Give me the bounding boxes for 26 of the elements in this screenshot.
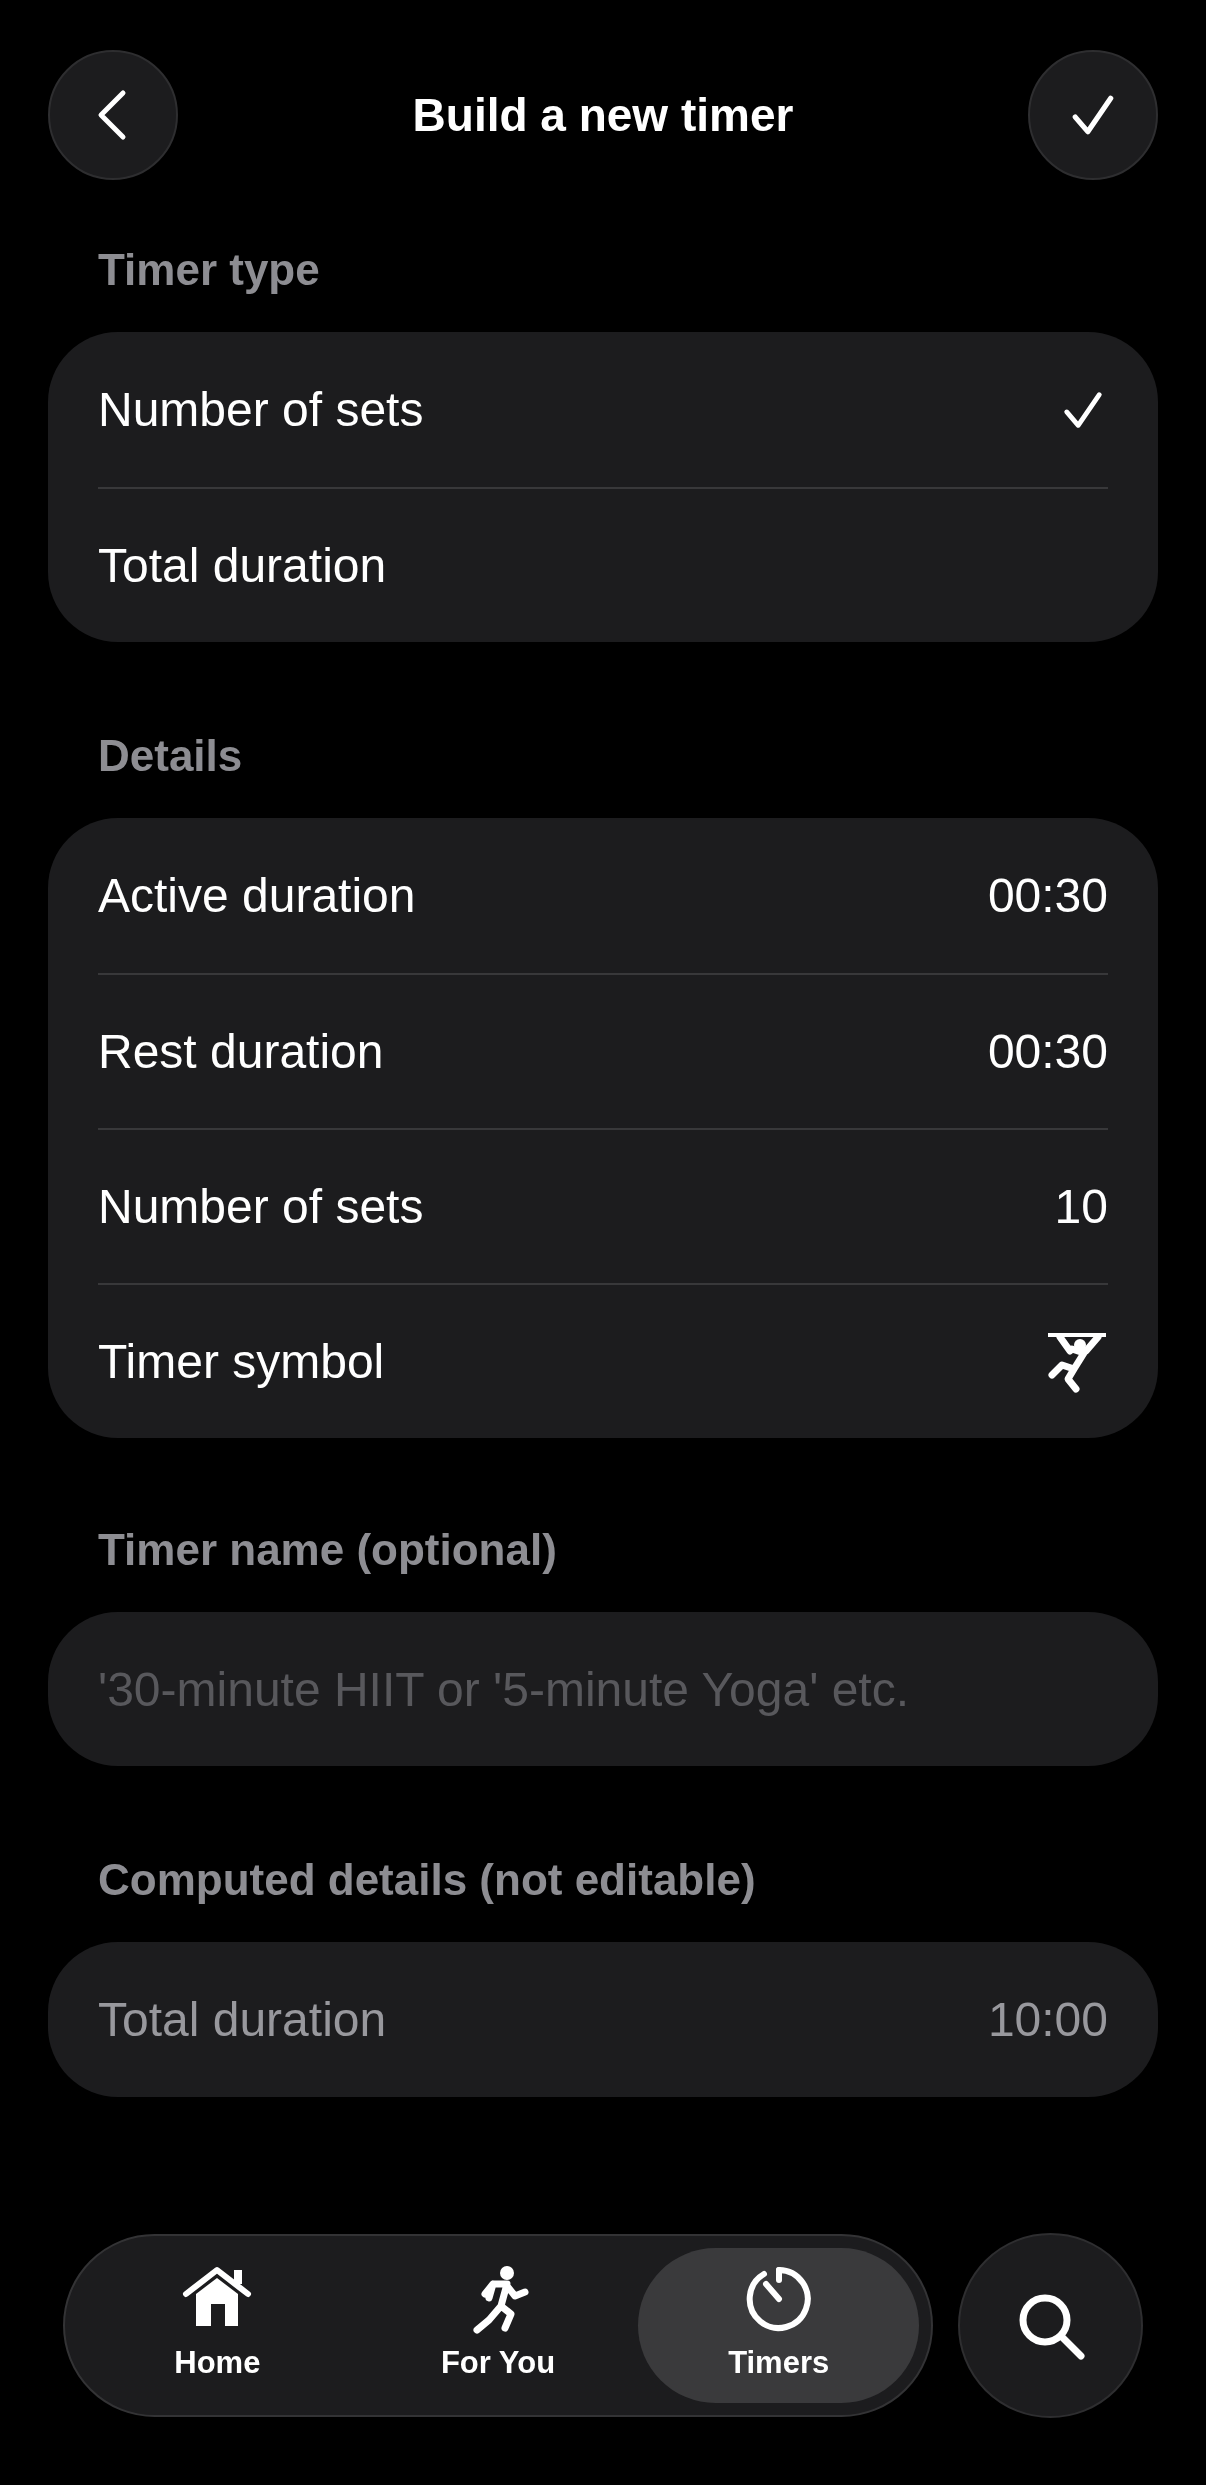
setting-row[interactable]: Number of sets 10: [98, 1128, 1108, 1283]
name-field[interactable]: '30-minute HIIT or '5-minute Yoga' etc.: [48, 1612, 1158, 1766]
setting-label: Rest duration: [98, 1023, 384, 1080]
option-label: Total duration: [98, 537, 387, 594]
setting-label: Number of sets: [98, 1178, 424, 1235]
tab[interactable]: Timers: [638, 2248, 919, 2403]
setting-value: 10: [1054, 1178, 1108, 1235]
section-label: Timer name (optional): [97, 1524, 558, 1576]
tab[interactable]: For You: [357, 2248, 639, 2403]
setting-label: Timer symbol: [98, 1333, 385, 1390]
setting-value: 00:30: [987, 1023, 1108, 1080]
setting-row[interactable]: Timer symbol: [98, 1283, 1108, 1438]
computed-label: Total duration: [98, 1991, 387, 2048]
tab[interactable]: Home: [77, 2248, 358, 2403]
option-row[interactable]: Number of sets: [98, 332, 1108, 487]
option-label: Number of sets: [98, 381, 424, 438]
option-row[interactable]: Total duration: [98, 487, 1108, 642]
setting-value: 00:30: [987, 867, 1108, 924]
section-label: Details: [97, 730, 244, 782]
section-label: Timer type: [97, 244, 321, 296]
setting-row[interactable]: Active duration 00:30: [98, 818, 1108, 973]
setting-row[interactable]: Rest duration 00:30: [98, 973, 1108, 1128]
computed-value: 10:00: [987, 1991, 1108, 2048]
page-title: Build a new timer: [412, 87, 794, 143]
setting-label: Active duration: [98, 867, 416, 924]
section-label: Computed details (not editable): [97, 1854, 757, 1906]
